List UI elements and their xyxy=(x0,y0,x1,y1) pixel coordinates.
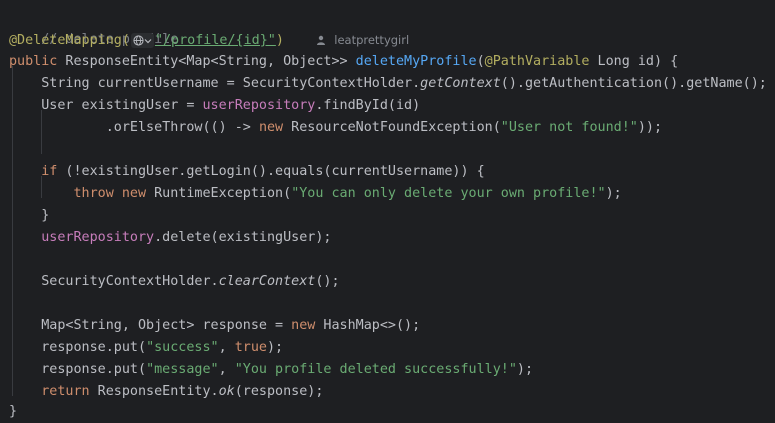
code-text: (); xyxy=(315,274,340,289)
code-text: String currentUsername = SecurityContext… xyxy=(41,76,421,91)
code-text: ); xyxy=(516,362,534,377)
code-text: , xyxy=(218,362,235,377)
code-text: response.put( xyxy=(41,340,147,355)
code-text: , xyxy=(218,340,235,355)
method-call: getContext xyxy=(420,76,501,91)
code-text: Map<String, Object> response = xyxy=(41,318,292,333)
keyword: new xyxy=(121,186,147,201)
annotation: @PathVariable xyxy=(484,54,590,69)
code-text: HashMap<>(); xyxy=(315,318,421,333)
code-line-3[interactable]: public ResponseEntity<Map<String, Object… xyxy=(9,51,678,73)
code-line-18[interactable]: return ResponseEntity.ok(response); xyxy=(9,381,323,403)
user-icon xyxy=(317,35,326,45)
code-line-11[interactable]: userRepository.delete(existingUser); xyxy=(9,227,332,249)
paren: ( xyxy=(476,54,485,69)
code-editor[interactable]: // delete profile @DeleteMapping( "/profi… xyxy=(0,0,775,419)
string: "You profile deleted successfully!" xyxy=(234,362,517,377)
annotation: @DeleteMapping( xyxy=(9,33,130,48)
code-text: } xyxy=(9,404,18,419)
code-line-5[interactable]: User existingUser = userRepository.findB… xyxy=(9,95,420,117)
code-text: } xyxy=(41,208,50,223)
keyword: return xyxy=(41,384,90,399)
globe-icon xyxy=(133,35,144,46)
string: "User not found!" xyxy=(500,120,638,135)
keyword: new xyxy=(258,120,284,135)
mapping-path[interactable]: "/profile/{id}" xyxy=(155,33,276,48)
code-text: ResourceNotFoundException( xyxy=(283,120,501,135)
code-line-6[interactable]: .orElseThrow(() -> new ResourceNotFoundE… xyxy=(9,117,662,139)
author-hint[interactable]: leatprettygirl xyxy=(334,33,409,47)
string: "You can only delete your own profile!" xyxy=(291,186,606,201)
keyword: new xyxy=(291,318,316,333)
code-text: (response); xyxy=(234,384,324,399)
code-line-1[interactable]: // delete profile xyxy=(9,7,178,47)
keyword: true xyxy=(234,340,267,355)
code-text: RuntimeException( xyxy=(146,186,292,201)
keyword: throw xyxy=(73,186,114,201)
code-line-4[interactable]: String currentUsername = SecurityContext… xyxy=(9,73,767,95)
code-line-2[interactable]: @DeleteMapping( "/profile/{id}") leatpret… xyxy=(9,29,409,51)
keyword: public xyxy=(9,54,58,69)
code-text: )); xyxy=(637,120,663,135)
code-line-15[interactable]: Map<String, Object> response = new HashM… xyxy=(9,315,420,337)
code-line-9[interactable]: throw new RuntimeException("You can only… xyxy=(9,183,622,205)
keyword: if xyxy=(41,164,58,179)
params: Long id) { xyxy=(589,54,679,69)
code-text: ); xyxy=(605,186,622,201)
code-text: response.put( xyxy=(41,362,147,377)
code-line-19[interactable]: } xyxy=(9,401,17,423)
return-type: ResponseEntity<Map<String, Object>> xyxy=(57,54,356,69)
method-call: clearContext xyxy=(218,274,316,289)
string: "success" xyxy=(146,340,219,355)
string: "message" xyxy=(146,362,219,377)
code-line-10[interactable]: } xyxy=(9,205,49,227)
code-line-13[interactable]: SecurityContextHolder.clearContext(); xyxy=(9,271,340,293)
code-text: ); xyxy=(267,340,284,355)
url-inlay-hint[interactable] xyxy=(130,32,154,48)
field: userRepository xyxy=(202,98,316,113)
code-line-17[interactable]: response.put("message", "You profile del… xyxy=(9,359,533,381)
method-name: deleteMyProfile xyxy=(355,54,477,69)
code-text: .delete(existingUser); xyxy=(154,230,332,245)
code-text: User existingUser = xyxy=(41,98,203,113)
method-call: ok xyxy=(218,384,235,399)
chevron-down-icon xyxy=(144,38,152,43)
code-line-16[interactable]: response.put("success", true); xyxy=(9,337,283,359)
field: userRepository xyxy=(41,230,155,245)
code-text: (!existingUser.getLogin().equals(current… xyxy=(57,164,485,179)
code-line-8[interactable]: if (!existingUser.getLogin().equals(curr… xyxy=(9,161,485,183)
code-text: ResponseEntity. xyxy=(89,384,219,399)
code-text: SecurityContextHolder. xyxy=(41,274,219,289)
code-text: ().getAuthentication().getName(); xyxy=(500,76,767,91)
code-text: .orElseThrow(() -> xyxy=(105,120,259,135)
annotation-close: ) xyxy=(275,33,284,48)
code-text: .findById(id) xyxy=(315,98,421,113)
